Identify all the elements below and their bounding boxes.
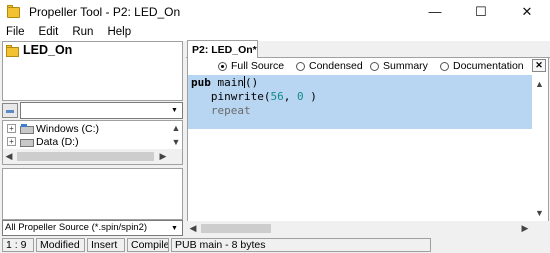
code-line-2: pinwrite(56, 0 ) <box>191 90 317 104</box>
view-mode-row: Full Source Condensed Summary Documentat… <box>187 58 549 75</box>
close-button[interactable]: ✕ <box>504 0 550 23</box>
code-editor[interactable]: pub main() pinwrite(56, 0 ) repeat ▲ ▼ <box>187 75 549 221</box>
drive-combo[interactable]: ▼ <box>20 102 183 119</box>
editor-horizontal-scrollbar[interactable]: ◀ ▶ <box>187 221 549 236</box>
view-summary[interactable]: Summary <box>370 60 428 72</box>
windows-drive-icon <box>19 123 34 134</box>
view-condensed[interactable]: Condensed <box>296 60 363 72</box>
status-info: PUB main - 8 bytes <box>171 237 431 252</box>
editor-panel: P2: LED_On* Full Source Condensed Summar… <box>186 40 550 236</box>
editor-vertical-scrollbar[interactable]: ▲ ▼ <box>531 75 548 221</box>
scroll-left-icon[interactable]: ◀ <box>187 221 199 236</box>
status-bar: 1 : 9 Modified Insert Compiled PUB main … <box>0 236 550 253</box>
call-close: ) <box>303 90 317 103</box>
status-compiled: Compiled <box>127 237 169 252</box>
file-list[interactable] <box>2 168 183 220</box>
call-arg-value: 0 <box>296 90 304 103</box>
status-modified: Modified <box>36 237 85 252</box>
project-name[interactable]: LED_On <box>23 43 72 57</box>
tree-item-label: Windows (C:) <box>36 122 100 135</box>
folder-icon <box>6 45 20 57</box>
view-label: Full Source <box>231 60 285 72</box>
menu-run[interactable]: Run <box>65 26 100 38</box>
chevron-down-icon[interactable]: ▼ <box>167 221 182 235</box>
file-filter-value: All Propeller Source (*.spin/spin2) <box>5 222 148 233</box>
status-insert-mode: Insert <box>87 237 125 252</box>
maximize-button[interactable]: ☐ <box>458 0 504 23</box>
tab-led-on[interactable]: P2: LED_On* <box>187 40 258 59</box>
editor-tab-strip: P2: LED_On* <box>186 40 550 59</box>
drive-icon <box>2 103 18 118</box>
radio-icon[interactable] <box>440 61 449 71</box>
file-filter-combo[interactable]: All Propeller Source (*.spin/spin2) ▼ <box>2 220 183 236</box>
title-bar: Propeller Tool - P2: LED_On — ☐ ✕ <box>0 0 550 23</box>
status-cursor-position: 1 : 9 <box>2 237 34 252</box>
code-line-3: repeat <box>191 104 251 118</box>
view-documentation[interactable]: Documentation <box>440 60 524 72</box>
view-label: Condensed <box>309 60 363 72</box>
view-label: Summary <box>383 60 428 72</box>
chevron-down-icon[interactable]: ▼ <box>167 103 182 118</box>
keyword-repeat: repeat <box>210 104 251 117</box>
project-view[interactable]: LED_On <box>2 41 183 101</box>
method-name: main <box>217 76 245 89</box>
view-label: Documentation <box>453 60 524 72</box>
tree-vertical-scrollbar[interactable]: ▲ ▼ <box>170 121 182 150</box>
close-editor-icon[interactable]: ✕ <box>532 59 546 72</box>
view-full-source[interactable]: Full Source <box>218 60 284 72</box>
call-name: pinwrite <box>210 90 264 103</box>
minimize-button[interactable]: — <box>412 0 458 23</box>
radio-icon[interactable] <box>296 61 305 71</box>
expand-icon[interactable]: + <box>7 137 16 146</box>
tree-item-drive-d[interactable]: + Data (D:) <box>7 135 79 148</box>
tree-item-drive-c[interactable]: + Windows (C:) <box>7 122 99 135</box>
method-parens: () <box>245 76 259 89</box>
folder-tree[interactable]: + Windows (C:) + Data (D:) ▲ ▼ ◀ ▶ <box>2 120 183 165</box>
window-title: Propeller Tool - P2: LED_On <box>29 4 181 19</box>
keyword-pub: pub <box>191 76 211 89</box>
radio-selected-icon[interactable] <box>218 61 227 71</box>
app-folder-icon <box>6 4 22 20</box>
menu-bar: File Edit Run Help <box>0 23 550 41</box>
menu-help[interactable]: Help <box>100 26 138 38</box>
tree-horizontal-scrollbar[interactable]: ◀ ▶ <box>3 149 182 164</box>
expand-icon[interactable]: + <box>7 124 16 133</box>
menu-edit[interactable]: Edit <box>32 26 66 38</box>
drive-icon <box>19 137 34 147</box>
menu-file[interactable]: File <box>0 26 32 38</box>
code-line-1: pub main() <box>191 76 258 90</box>
scroll-right-icon[interactable]: ▶ <box>157 149 169 163</box>
scroll-down-icon[interactable]: ▼ <box>531 204 548 221</box>
drive-selector-row: ▼ <box>2 102 183 119</box>
scroll-up-icon[interactable]: ▲ <box>531 75 548 92</box>
scroll-left-icon[interactable]: ◀ <box>3 150 15 164</box>
scroll-up-icon[interactable]: ▲ <box>170 121 182 135</box>
scroll-down-icon[interactable]: ▼ <box>170 135 182 149</box>
explorer-panel: LED_On ▼ + Windows (C:) + Data (D:) ▲ ▼ … <box>0 40 183 236</box>
radio-icon[interactable] <box>370 61 379 71</box>
scroll-thumb[interactable] <box>201 224 271 233</box>
scroll-thumb[interactable] <box>17 152 154 161</box>
window-controls: — ☐ ✕ <box>412 0 550 23</box>
call-arg-pin: 56 <box>270 90 284 103</box>
call-sep: , <box>283 90 297 103</box>
scroll-right-icon[interactable]: ▶ <box>519 221 531 236</box>
tree-item-label: Data (D:) <box>36 135 79 148</box>
